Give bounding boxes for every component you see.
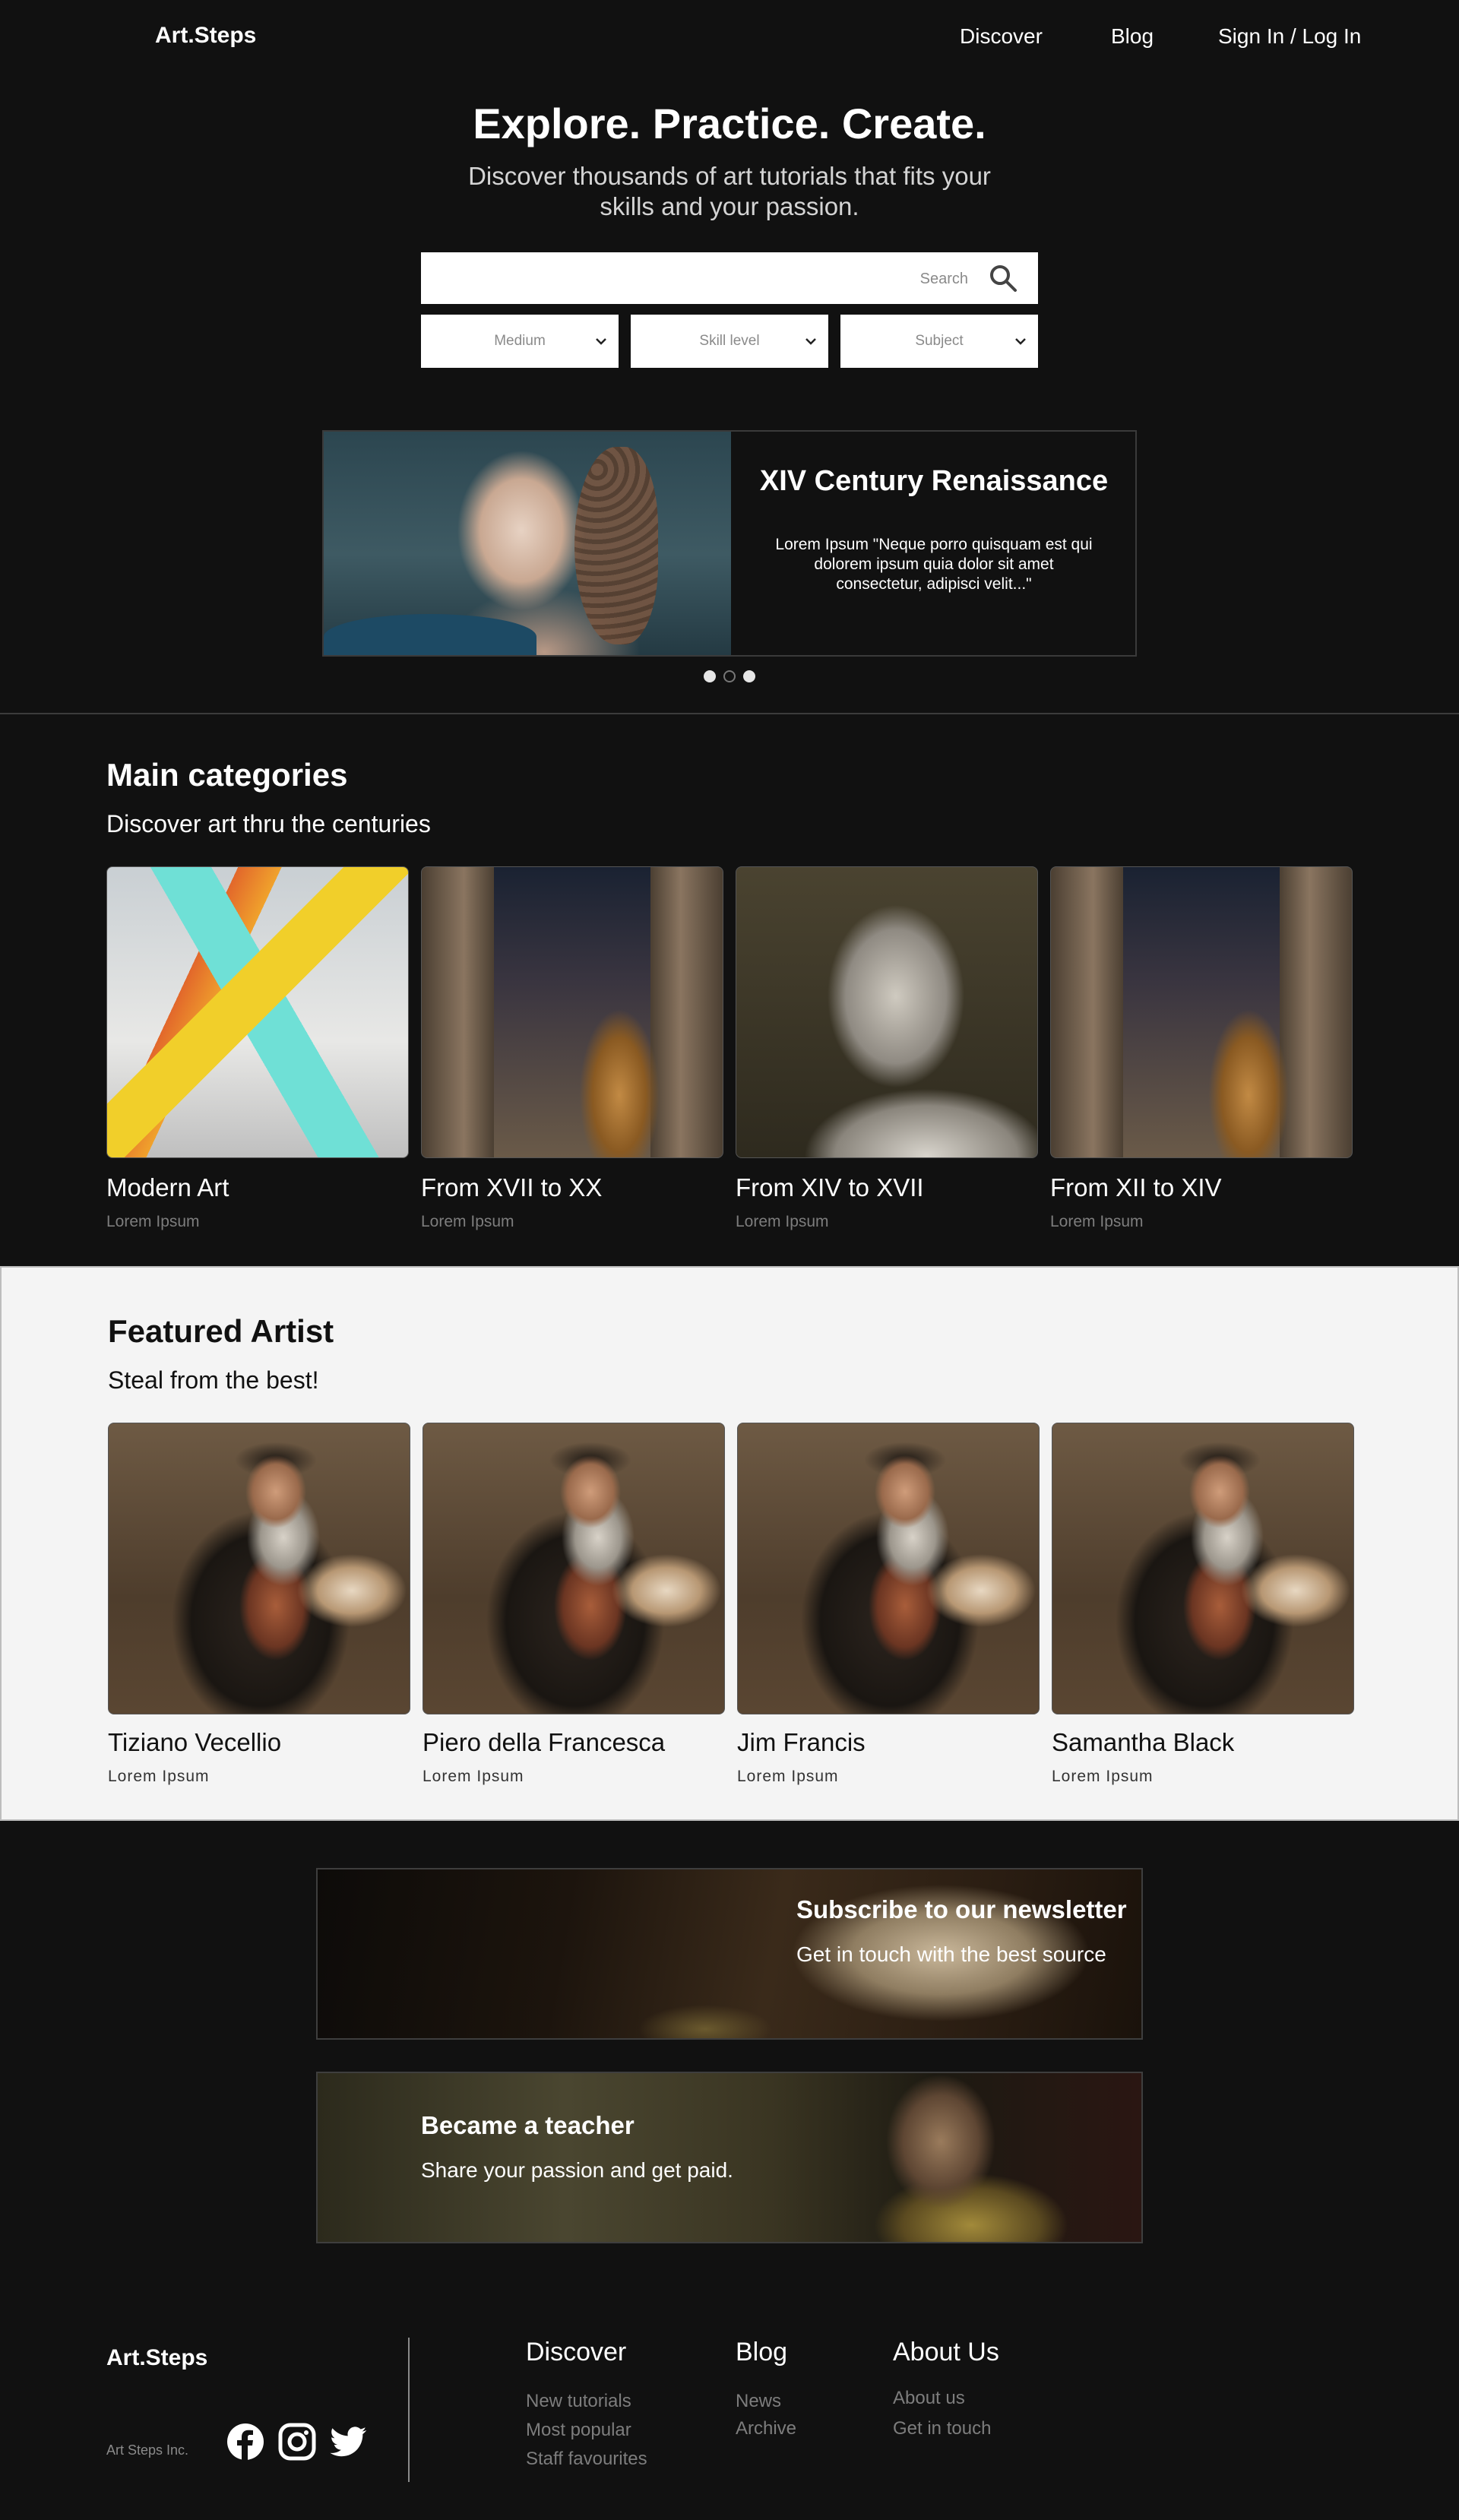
artist-image-jim-francis[interactable] [737,1423,1040,1714]
carousel-title: XIV Century Renaissance [759,465,1109,497]
footer-divider [408,2338,410,2482]
footer-link-about-us[interactable]: About us [893,2388,965,2409]
carousel-image-dress [324,614,536,655]
instagram-icon[interactable] [278,2423,316,2461]
artist-image-tiziano-vecellio[interactable] [108,1423,410,1714]
category-image-modern-art[interactable] [106,866,409,1158]
artist-caption: Lorem Ipsum [423,1768,524,1785]
carousel-dot-2[interactable] [723,670,736,682]
hero-carousel[interactable]: XIV Century Renaissance Lorem Ipsum "Neq… [322,430,1137,657]
carousel-dot-1[interactable] [704,670,716,682]
category-image-xii-xiv[interactable] [1050,866,1353,1158]
medium-dropdown[interactable]: Medium [421,315,619,368]
hero-title: Explore. Practice. Create. [473,100,986,147]
category-image-xiv-xvii[interactable] [736,866,1038,1158]
nav-link-blog[interactable]: Blog [1111,24,1154,49]
category-caption: Lorem Ipsum [421,1213,514,1230]
footer-company: Art Steps Inc. [106,2442,189,2458]
teacher-banner[interactable]: Became a teacher Share your passion and … [316,2072,1143,2243]
section-title: Featured Artist [108,1313,334,1349]
footer-logo[interactable]: Art.Steps [106,2345,207,2371]
artist-caption: Lorem Ipsum [1052,1768,1154,1785]
footer-link-new-tutorials[interactable]: New tutorials [526,2391,631,2412]
medium-dropdown-label: Medium [494,333,546,349]
logo[interactable]: Art.Steps [155,23,256,49]
section-subtitle: Discover art thru the centuries [106,810,431,837]
section-title: Main categories [106,757,348,793]
subject-dropdown-label: Subject [915,333,964,349]
artist-name[interactable]: Tiziano Vecellio [108,1728,281,1757]
chevron-down-icon [805,338,816,345]
footer-heading-blog[interactable]: Blog [736,2338,787,2367]
top-nav: Art.Steps Discover Blog Sign In / Log In [0,0,1459,76]
newsletter-text: Get in touch with the best source [796,1942,1106,1966]
chevron-down-icon [1015,338,1026,345]
category-name[interactable]: From XII to XIV [1050,1173,1222,1202]
featured-artist-section: Featured Artist Steal from the best! Tiz… [0,1266,1459,1821]
artist-name[interactable]: Samantha Black [1052,1728,1234,1757]
chevron-down-icon [596,338,606,345]
skill-level-dropdown-label: Skill level [699,333,760,349]
section-subtitle: Steal from the best! [108,1366,319,1394]
carousel-image [324,432,731,655]
artist-image-samantha-black[interactable] [1052,1423,1354,1714]
footer-link-news[interactable]: News [736,2391,781,2412]
footer-heading-discover[interactable]: Discover [526,2338,626,2367]
category-name[interactable]: Modern Art [106,1173,229,1202]
artist-name[interactable]: Piero della Francesca [423,1728,665,1757]
category-name[interactable]: From XIV to XVII [736,1173,924,1202]
hero-subtitle: Discover thousands of art tutorials that… [468,162,991,220]
newsletter-banner[interactable]: Subscribe to our newsletter Get in touch… [316,1868,1143,2040]
footer-link-get-in-touch[interactable]: Get in touch [893,2418,991,2439]
category-name[interactable]: From XVII to XX [421,1173,602,1202]
main-categories-section: Main categories Discover art thru the ce… [0,713,1459,1268]
category-caption: Lorem Ipsum [1050,1213,1144,1230]
artist-caption: Lorem Ipsum [737,1768,839,1785]
category-caption: Lorem Ipsum [736,1213,829,1230]
skill-level-dropdown[interactable]: Skill level [631,315,828,368]
category-caption: Lorem Ipsum [106,1213,200,1230]
nav-link-sign-in[interactable]: Sign In / Log In [1218,24,1361,49]
carousel-dot-3[interactable] [743,670,755,682]
footer-link-archive[interactable]: Archive [736,2418,796,2439]
search-bar[interactable]: Search [421,252,1038,304]
nav-link-discover[interactable]: Discover [960,24,1043,49]
footer-link-most-popular[interactable]: Most popular [526,2420,631,2441]
subject-dropdown[interactable]: Subject [840,315,1038,368]
category-image-xvii-xx[interactable] [421,866,723,1158]
search-icon[interactable] [988,263,1018,293]
footer-link-staff-favourites[interactable]: Staff favourites [526,2449,647,2470]
artist-image-piero-della-francesca[interactable] [423,1423,725,1714]
carousel-image-hair [574,447,658,644]
artist-caption: Lorem Ipsum [108,1768,210,1785]
facebook-icon[interactable] [226,2423,264,2461]
search-placeholder: Search [919,271,968,287]
teacher-text: Share your passion and get paid. [421,2158,733,2182]
footer-heading-about-us[interactable]: About Us [893,2338,999,2367]
artist-name[interactable]: Jim Francis [737,1728,866,1757]
newsletter-title: Subscribe to our newsletter [796,1895,1127,1923]
twitter-icon[interactable] [330,2423,368,2461]
teacher-title: Became a teacher [421,2111,635,2139]
carousel-text: Lorem Ipsum "Neque porro quisquam est qu… [775,536,1093,593]
